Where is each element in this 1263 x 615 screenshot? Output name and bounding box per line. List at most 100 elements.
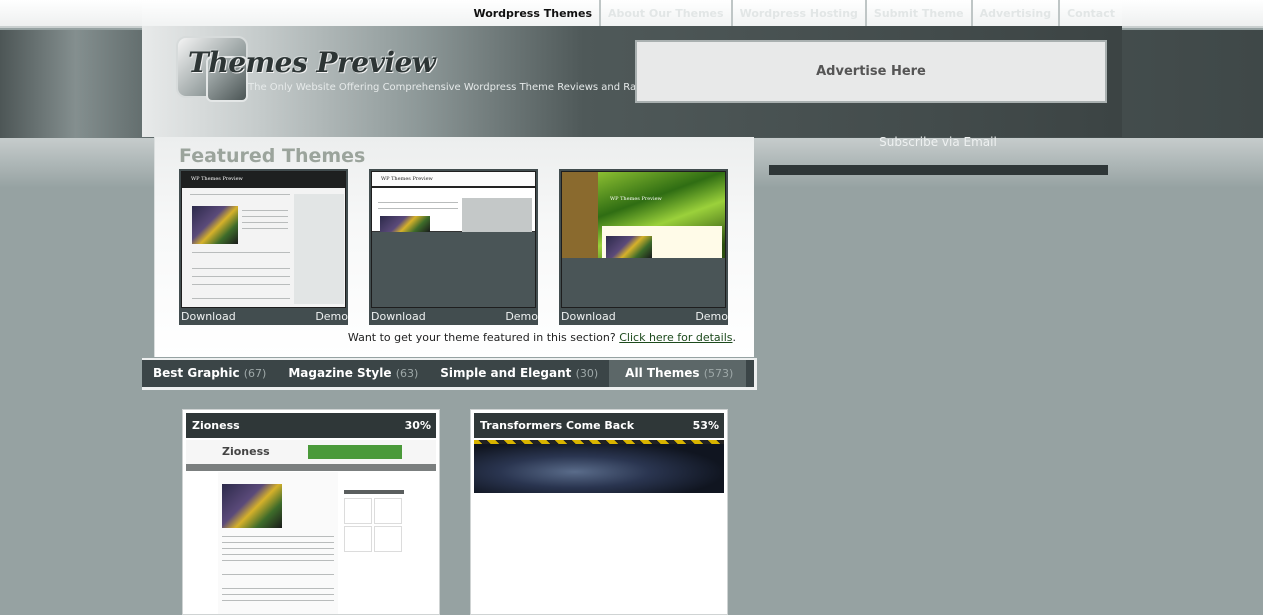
subscribe-email-link[interactable]: Subscribe via Email [768,135,1108,149]
category-tabs: Best Graphic (67) Magazine Style (63) Si… [142,358,757,390]
featured-themes-section: Featured Themes WP Themes Preview Downlo… [154,137,754,357]
shot-hazard-stripe [474,440,724,444]
shot-thumb [344,526,372,552]
shot-text-line [242,222,288,223]
demo-link[interactable]: Demo [505,309,538,325]
shot-thumb [344,498,372,524]
shot-title: WP Themes Preview [381,176,433,182]
shot-title: WP Themes Preview [610,196,662,202]
listing-title[interactable]: Zioness [192,419,240,432]
shot-image [192,206,238,244]
shot-text-line [192,284,290,285]
shot-text-line [242,228,288,229]
shot-text-line [222,574,334,575]
shot-text-line [222,536,334,537]
featured-card-links: Download Demo [369,309,538,325]
featured-details-link[interactable]: Click here for details [619,331,732,344]
nav-about-our-themes[interactable]: About Our Themes [599,0,731,26]
shot-sidebar-header [344,490,404,494]
shot-side-strip [562,172,598,258]
shot-text-line [242,210,288,211]
shot-text-line [378,202,458,203]
featured-card-2: WP Themes Preview Download Demo [369,169,538,325]
listing-header: Transformers Come Back 53% [474,413,724,438]
tab-label: Simple and Elegant [440,366,572,380]
featured-screenshot-2[interactable]: WP Themes Preview [371,171,536,308]
featured-screenshot-1[interactable]: WP Themes Preview [181,171,346,308]
shot-navbar [186,464,436,471]
tab-all-themes[interactable]: All Themes (573) [609,360,747,387]
tab-magazine-style[interactable]: Magazine Style (63) [277,360,429,387]
page-wrapper: Wordpress Themes About Our Themes Wordpr… [142,0,1122,615]
listing-title[interactable]: Transformers Come Back [480,419,634,432]
site-tagline: The Only Website Offering Comprehensive … [248,82,661,93]
shot-text-line [242,216,288,217]
featured-card-links: Download Demo [179,309,348,325]
theme-listing-transformers: Transformers Come Back 53% [470,409,728,615]
listing-screenshot[interactable]: Zioness [186,440,436,614]
shot-image [222,484,282,528]
shot-text-line [222,548,334,549]
shot-text-line [222,554,334,555]
shot-text-line [192,268,290,269]
download-link[interactable]: Download [179,309,236,325]
site-header: Themes Preview The Only Website Offering… [142,26,1122,137]
shot-sidebar [294,194,344,304]
tab-label: Magazine Style [288,366,392,380]
tab-simple-and-elegant[interactable]: Simple and Elegant (30) [429,360,609,387]
featured-screenshot-3[interactable]: WP Themes Preview [561,171,726,308]
shot-header: WP Themes Preview [182,172,345,188]
category-tabs-bar: Best Graphic (67) Magazine Style (63) Si… [142,360,754,387]
listing-rating: 53% [692,419,719,432]
featured-card-3: WP Themes Preview Download Demo [559,169,728,325]
nav-contact[interactable]: Contact [1058,0,1122,26]
shot-ad-banner [308,445,402,459]
shot-text-line [222,560,334,561]
shot-thumb [374,526,402,552]
advertise-banner[interactable]: Advertise Here [635,40,1107,103]
nav-advertising[interactable]: Advertising [970,0,1059,26]
download-link[interactable]: Download [559,309,616,325]
shot-text-line [222,588,334,589]
shot-text-line [222,600,334,601]
shot-text-line [192,298,290,299]
shot-text-line [378,208,458,209]
shot-logo: Zioness [222,445,270,458]
tab-count: (67) [243,367,267,380]
listing-screenshot[interactable] [474,440,724,614]
shot-thumb [374,498,402,524]
top-nav: Wordpress Themes About Our Themes Wordpr… [142,0,1122,26]
shot-image [606,236,652,258]
tab-count: (63) [395,367,419,380]
demo-link[interactable]: Demo [315,309,348,325]
demo-link[interactable]: Demo [695,309,728,325]
sidebar-divider-bar [769,165,1108,175]
tab-label: All Themes [625,366,700,380]
shot-text-line [192,252,290,253]
site-logo-title[interactable]: Themes Preview [188,46,436,79]
nav-wordpress-hosting[interactable]: Wordpress Hosting [730,0,865,26]
featured-note-text: Want to get your theme featured in this … [347,331,616,344]
listing-rating: 30% [404,419,431,432]
shot-sidebar [462,198,532,232]
featured-card-links: Download Demo [559,309,728,325]
shot-title: WP Themes Preview [191,176,243,182]
featured-card-1: WP Themes Preview Download Demo [179,169,348,325]
shot-image [380,216,430,232]
shot-text-line [222,542,334,543]
download-link[interactable]: Download [369,309,426,325]
shot-header: WP Themes Preview [610,194,690,204]
tab-count: (30) [575,367,599,380]
tab-count: (573) [703,367,734,380]
shot-header: WP Themes Preview [372,172,535,188]
shot-text-line [192,276,290,277]
nav-wordpress-themes[interactable]: Wordpress Themes [466,0,599,26]
shot-text-line [222,594,334,595]
nav-submit-theme[interactable]: Submit Theme [864,0,971,26]
featured-title: Featured Themes [179,145,366,167]
shot-nav-line [190,194,290,195]
theme-listing-zioness: Zioness 30% Zioness [182,409,440,615]
featured-note: Want to get your theme featured in this … [348,331,736,344]
shot-banner-image [474,440,724,493]
tab-best-graphic[interactable]: Best Graphic (67) [142,360,277,387]
